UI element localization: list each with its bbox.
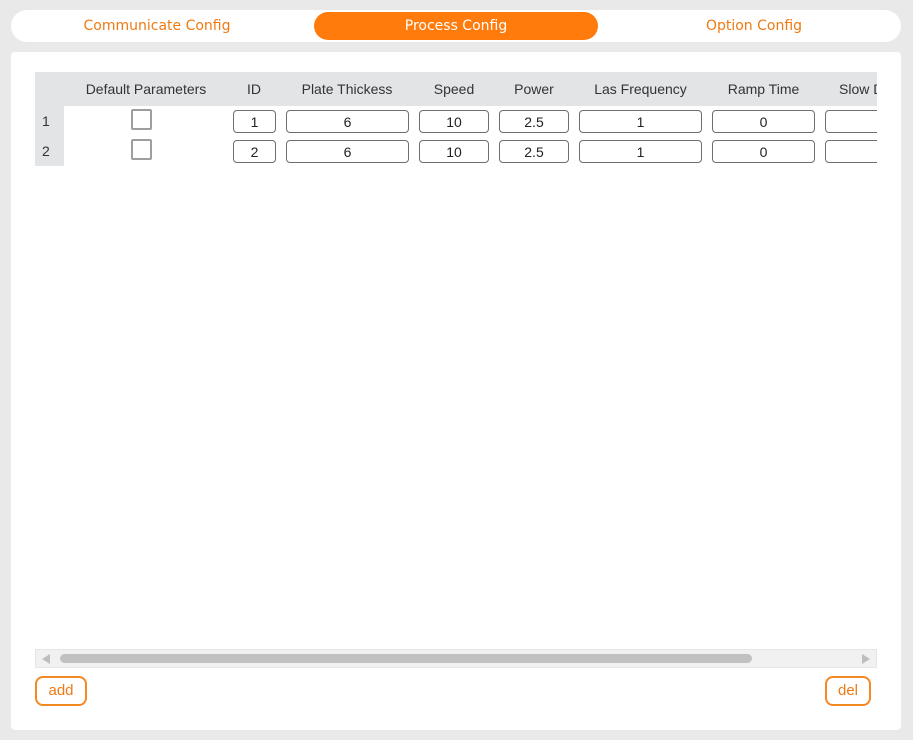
id-input[interactable] bbox=[233, 110, 276, 133]
scroll-left-icon[interactable] bbox=[42, 654, 50, 664]
table-corner bbox=[35, 72, 64, 106]
header-default-parameters: Default Parameters bbox=[85, 81, 207, 97]
speed-input[interactable] bbox=[419, 140, 489, 163]
horizontal-scrollbar[interactable] bbox=[35, 649, 877, 668]
header-las-frequency: Las Frequency bbox=[594, 81, 687, 97]
process-config-panel: Default Parameters ID Plate Thickess Spe… bbox=[11, 52, 901, 730]
header-power: Power bbox=[514, 81, 554, 97]
tab-communicate-config[interactable]: Communicate Config bbox=[21, 12, 293, 40]
table-header: Default Parameters ID Plate Thickess Spe… bbox=[64, 72, 877, 106]
default-parameters-checkbox[interactable] bbox=[131, 139, 152, 160]
header-speed: Speed bbox=[433, 81, 475, 97]
power-input[interactable] bbox=[499, 140, 569, 163]
scrollbar-thumb[interactable] bbox=[60, 654, 752, 663]
slow-input[interactable] bbox=[825, 110, 877, 133]
ramp-time-input[interactable] bbox=[712, 110, 815, 133]
header-plate-thickness: Plate Thickess bbox=[301, 81, 393, 97]
scroll-right-icon[interactable] bbox=[862, 654, 870, 664]
default-parameters-checkbox[interactable] bbox=[131, 109, 152, 130]
row-number: 1 bbox=[35, 106, 64, 136]
process-table: Default Parameters ID Plate Thickess Spe… bbox=[35, 72, 877, 649]
del-button[interactable]: del bbox=[825, 676, 871, 706]
header-id: ID bbox=[247, 81, 261, 97]
tab-option-config[interactable]: Option Config bbox=[609, 12, 899, 40]
ramp-time-input[interactable] bbox=[712, 140, 815, 163]
header-slow: Slow D bbox=[839, 81, 877, 97]
speed-input[interactable] bbox=[419, 110, 489, 133]
slow-input[interactable] bbox=[825, 140, 877, 163]
power-input[interactable] bbox=[499, 110, 569, 133]
las-frequency-input[interactable] bbox=[579, 110, 702, 133]
header-ramp-time: Ramp Time bbox=[727, 81, 800, 97]
add-button[interactable]: add bbox=[35, 676, 87, 706]
config-tab-bar: Communicate Config Process Config Option… bbox=[11, 10, 901, 42]
las-frequency-input[interactable] bbox=[579, 140, 702, 163]
plate-thickness-input[interactable] bbox=[286, 110, 409, 133]
plate-thickness-input[interactable] bbox=[286, 140, 409, 163]
row-number: 2 bbox=[35, 136, 64, 166]
id-input[interactable] bbox=[233, 140, 276, 163]
tab-process-config[interactable]: Process Config bbox=[314, 12, 598, 40]
